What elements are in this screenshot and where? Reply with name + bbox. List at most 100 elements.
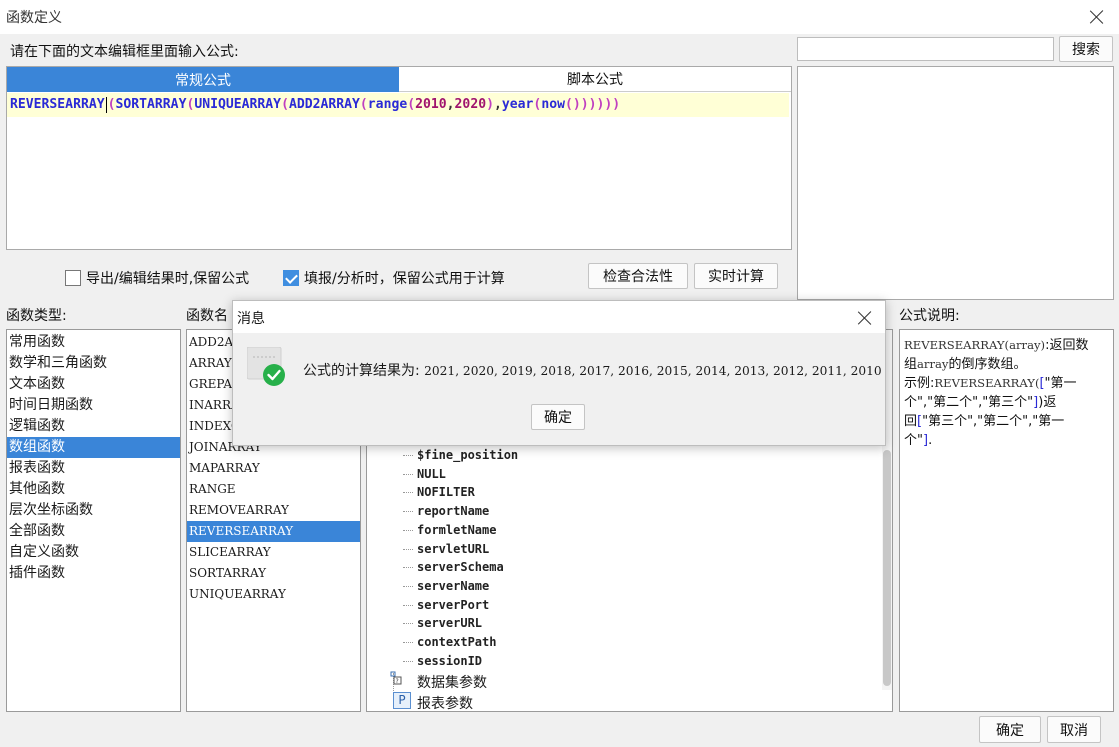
param-tree-item[interactable]: servletURL bbox=[402, 540, 489, 559]
func-type-item[interactable]: 时间日期函数 bbox=[7, 395, 180, 416]
formula-token: year bbox=[501, 97, 534, 112]
search-results-panel[interactable] bbox=[797, 66, 1114, 300]
description-line: 示例:REVERSEARRAY(["第一 bbox=[904, 374, 1113, 393]
tab-regular-formula[interactable]: 常规公式 bbox=[7, 67, 399, 92]
formula-token: , bbox=[493, 97, 502, 112]
param-tree-item[interactable]: serverPort bbox=[402, 596, 489, 615]
formula-token: , bbox=[446, 97, 455, 112]
formula-token: now bbox=[541, 97, 565, 112]
func-name-item[interactable]: SLICEARRAY bbox=[187, 542, 360, 563]
description-segment: 组 bbox=[904, 357, 918, 372]
message-prefix: 公式的计算结果为: bbox=[303, 363, 420, 379]
formula-token: ( bbox=[359, 97, 368, 112]
func-type-item[interactable]: 插件函数 bbox=[7, 563, 180, 584]
func-name-item[interactable]: MAPARRAY bbox=[187, 458, 360, 479]
search-button[interactable]: 搜索 bbox=[1059, 36, 1113, 62]
func-type-item[interactable]: 自定义函数 bbox=[7, 542, 180, 563]
func-type-item[interactable]: 数组函数 bbox=[7, 437, 180, 458]
formula-token: REVERSEARRAY bbox=[10, 97, 105, 112]
func-type-item[interactable]: 其他函数 bbox=[7, 479, 180, 500]
func-name-item[interactable]: REMOVEARRAY bbox=[187, 500, 360, 521]
func-type-label: 函数类型: bbox=[6, 308, 67, 324]
formula-token: ) bbox=[486, 97, 494, 112]
description-segment: REVERSEARRAY(array) bbox=[904, 338, 1046, 352]
description-label: 公式说明: bbox=[899, 308, 960, 324]
formula-token: () bbox=[564, 97, 581, 112]
close-icon[interactable] bbox=[1089, 9, 1105, 25]
description-segment: 个","第二个","第三个" bbox=[904, 395, 1034, 410]
func-type-item[interactable]: 常用函数 bbox=[7, 332, 180, 353]
message-dialog-title: 消息 bbox=[237, 311, 265, 327]
editor-prompt: 请在下面的文本编辑框里面输入公式: bbox=[10, 44, 239, 60]
description-segment: 示例: bbox=[904, 376, 935, 391]
dataset-params-group[interactable]: 数据集参数 bbox=[417, 672, 487, 692]
formula-editor[interactable]: 常规公式 脚本公式 REVERSEARRAY (SORTARRAY(UNIQUEA… bbox=[6, 66, 792, 250]
report-params-group[interactable]: 报表参数 bbox=[417, 693, 473, 713]
description-segment: "第一 bbox=[1044, 376, 1077, 391]
formula-token: SORTARRAY bbox=[115, 97, 187, 112]
func-type-item[interactable]: 层次坐标函数 bbox=[7, 500, 180, 521]
formula-token: ( bbox=[281, 97, 289, 112]
realtime-calc-button[interactable]: 实时计算 bbox=[694, 263, 778, 289]
message-dialog: 消息 公式的计算结果为: 2021, 2020, 2019, 2018, 201… bbox=[232, 300, 886, 446]
func-name-item[interactable]: UNIQUEARRAY bbox=[187, 584, 360, 605]
tab-script-formula[interactable]: 脚本公式 bbox=[399, 67, 791, 92]
formula-token: 2010 bbox=[415, 97, 447, 112]
export-keep-formula-label: 导出/编辑结果时,保留公式 bbox=[86, 271, 250, 287]
description-segment: )返 bbox=[1038, 395, 1057, 410]
description-segment: :返回数 bbox=[1045, 338, 1089, 353]
param-tree-item[interactable]: reportName bbox=[402, 502, 489, 521]
message-result: 2021, 2020, 2019, 2018, 2017, 2016, 2015… bbox=[424, 364, 882, 378]
param-tree-item[interactable]: serverURL bbox=[402, 614, 482, 633]
report-params-icon: P bbox=[393, 692, 411, 709]
description-segment: array bbox=[917, 357, 949, 371]
dialog-ok-button[interactable]: 确定 bbox=[531, 404, 585, 430]
func-name-label: 函数名 bbox=[186, 308, 228, 324]
param-tree-item[interactable]: contextPath bbox=[402, 633, 496, 652]
description-segment: 回 bbox=[904, 414, 918, 429]
func-name-item[interactable]: RANGE bbox=[187, 479, 360, 500]
search-input[interactable] bbox=[797, 37, 1054, 61]
description-panel: REVERSEARRAY(array):返回数 组array的倒序数组。 示例:RE… bbox=[899, 329, 1114, 712]
description-line: 个"]. bbox=[904, 431, 1113, 450]
param-tree-item[interactable]: sessionID bbox=[402, 652, 482, 671]
dialog-close-icon[interactable] bbox=[857, 310, 873, 326]
func-name-item[interactable]: SORTARRAY bbox=[187, 563, 360, 584]
export-keep-formula-checkbox[interactable] bbox=[65, 270, 81, 286]
formula-token: UNIQUEARRAY bbox=[194, 97, 282, 112]
param-tree-item[interactable]: formletName bbox=[402, 521, 496, 540]
formula-token: ( bbox=[107, 97, 116, 112]
tree-scrollbar-thumb[interactable] bbox=[883, 450, 891, 686]
func-type-item[interactable]: 文本函数 bbox=[7, 374, 180, 395]
func-type-list[interactable]: 常用函数 数学和三角函数 文本函数 时间日期函数 逻辑函数 数组函数 报表函数 其他函数 层次坐… bbox=[6, 329, 181, 712]
description-segment: REVERSEARRAY( bbox=[934, 376, 1040, 390]
check-validity-button[interactable]: 检查合法性 bbox=[588, 263, 688, 289]
func-type-item[interactable]: 全部函数 bbox=[7, 521, 180, 542]
description-line: 回["第三个","第二个","第一 bbox=[904, 412, 1113, 431]
param-tree-item[interactable]: NOFILTER bbox=[403, 483, 475, 502]
description-segment: 个" bbox=[904, 433, 923, 448]
param-tree-item[interactable]: serverSchema bbox=[403, 558, 504, 577]
param-tree-item[interactable]: $fine_position bbox=[402, 446, 518, 465]
text-caret bbox=[105, 96, 107, 113]
func-name-item[interactable]: REVERSEARRAY bbox=[187, 521, 360, 542]
formula-token: ADD2ARRAY bbox=[288, 97, 360, 112]
description-line: 个","第二个","第三个"])返 bbox=[904, 393, 1113, 412]
success-icon bbox=[246, 346, 289, 387]
func-type-item[interactable]: 报表函数 bbox=[7, 458, 180, 479]
message-text: 公式的计算结果为: 2021, 2020, 2019, 2018, 2017, … bbox=[303, 360, 882, 380]
param-tree-item[interactable]: NULL bbox=[403, 465, 446, 484]
formula-token: ))))) bbox=[580, 97, 621, 112]
ok-button[interactable]: 确定 bbox=[979, 716, 1041, 743]
description-segment: "第三个","第二个","第一 bbox=[922, 414, 1065, 429]
func-type-item[interactable]: 数学和三角函数 bbox=[7, 353, 180, 374]
description-segment: 的倒序数组。 bbox=[948, 357, 1027, 372]
formula-text[interactable]: REVERSEARRAY (SORTARRAY(UNIQUEARRAY(ADD2A… bbox=[7, 93, 789, 117]
description-line: REVERSEARRAY(array):返回数 bbox=[904, 336, 1113, 355]
fill-keep-formula-checkbox[interactable] bbox=[283, 270, 299, 286]
description-line: 组array的倒序数组。 bbox=[904, 355, 1113, 374]
func-type-item[interactable]: 逻辑函数 bbox=[7, 416, 180, 437]
param-tree-item[interactable]: serverName bbox=[402, 577, 489, 596]
cancel-button[interactable]: 取消 bbox=[1047, 716, 1101, 743]
formula-token: range bbox=[367, 97, 408, 112]
